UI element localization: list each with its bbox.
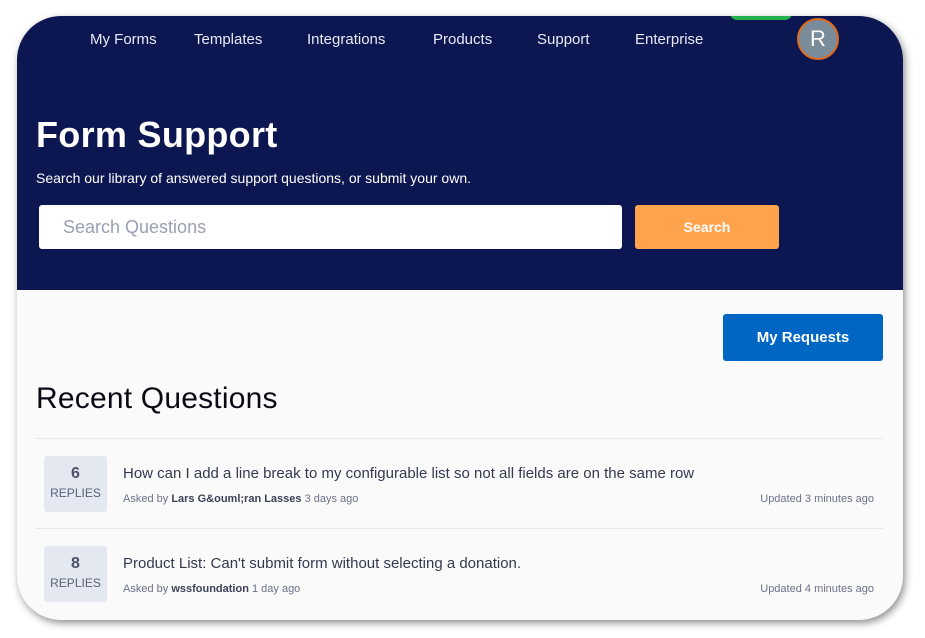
question-meta: Asked by wssfoundation 1 day ago (123, 583, 300, 595)
nav-products[interactable]: Products (433, 31, 492, 48)
nav-integrations[interactable]: Integrations (307, 31, 385, 48)
question-row[interactable]: 8 REPLIES Product List: Can't submit for… (36, 529, 883, 618)
question-row[interactable]: 6 REPLIES How can I add a line break to … (36, 439, 883, 528)
question-meta: Asked by Lars G&ouml;ran Lasses 3 days a… (123, 493, 358, 505)
nav-support[interactable]: Support (537, 31, 590, 48)
asked-by-label: Asked by (123, 493, 169, 505)
new-badge (730, 16, 792, 20)
question-title-link[interactable]: How can I add a line break to my configu… (123, 465, 694, 482)
question-title-link[interactable]: Product List: Can't submit form without … (123, 555, 521, 572)
recent-questions-heading: Recent Questions (36, 382, 278, 415)
user-avatar[interactable]: R (797, 18, 839, 60)
nav-enterprise[interactable]: Enterprise (635, 31, 703, 48)
updated-time: Updated 3 minutes ago (760, 493, 874, 505)
page-title: Form Support (36, 114, 278, 155)
reply-count-badge: 8 REPLIES (44, 546, 107, 602)
question-author: wssfoundation (171, 583, 249, 595)
reply-count-badge: 6 REPLIES (44, 456, 107, 512)
search-input[interactable] (39, 205, 622, 249)
updated-time: Updated 4 minutes ago (760, 583, 874, 595)
search-button[interactable]: Search (635, 205, 779, 249)
hero-section: My Forms Templates Integrations Products… (17, 16, 903, 290)
reply-label: REPLIES (50, 486, 101, 500)
asked-by-label: Asked by (123, 583, 169, 595)
nav-templates[interactable]: Templates (194, 31, 262, 48)
top-nav: My Forms Templates Integrations Products… (17, 16, 903, 64)
question-author: Lars G&ouml;ran Lasses (171, 493, 302, 505)
reply-count: 6 (71, 465, 80, 482)
nav-my-forms[interactable]: My Forms (90, 31, 157, 48)
page-subtitle: Search our library of answered support q… (36, 170, 471, 186)
my-requests-button[interactable]: My Requests (723, 314, 883, 361)
reply-label: REPLIES (50, 576, 101, 590)
asked-time: 1 day ago (251, 583, 301, 595)
reply-count: 8 (71, 555, 80, 572)
asked-time: 3 days ago (304, 493, 359, 505)
page-frame: My Forms Templates Integrations Products… (17, 16, 903, 620)
